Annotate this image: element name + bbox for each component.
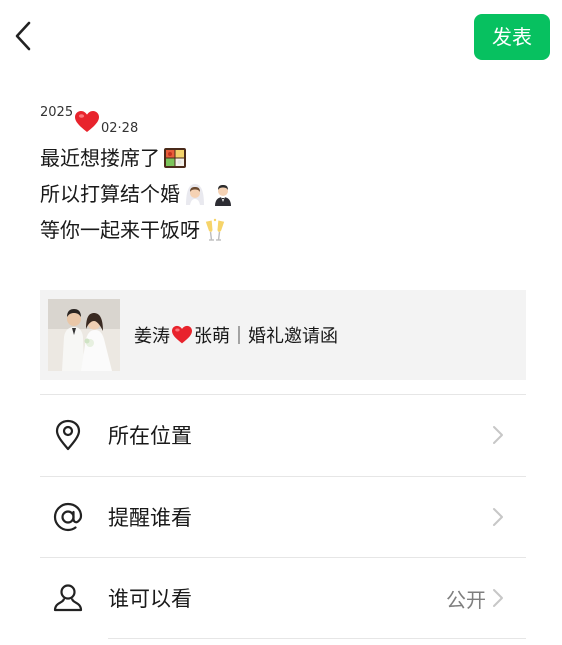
card-title-part2: 张萌｜婚礼邀请函 <box>194 326 338 347</box>
location-pin-icon <box>52 419 84 451</box>
card-title-part1: 姜涛 <box>134 326 170 347</box>
post-line-text: 所以打算结个婚 <box>40 182 180 206</box>
groom-icon <box>210 181 236 207</box>
post-line-text: 最近想搂席了 <box>40 146 160 170</box>
chevron-right-icon <box>492 588 508 608</box>
visibility-value: 公开 <box>446 587 486 612</box>
bento-box-icon <box>162 145 188 171</box>
location-row[interactable]: 所在位置 <box>40 395 526 475</box>
visibility-label: 谁可以看 <box>108 587 192 611</box>
visibility-row[interactable]: 谁可以看 公开 <box>40 558 526 638</box>
remind-row[interactable]: 提醒谁看 <box>40 477 526 557</box>
divider <box>108 638 526 639</box>
location-label: 所在位置 <box>108 424 192 448</box>
post-text-area[interactable]: 2025 02·28 最近想搂席了 所以打算结个婚 等你一起来干饭呀 <box>40 104 520 248</box>
remind-label: 提醒谁看 <box>108 506 192 530</box>
post-line-text: 等你一起来干饭呀 <box>40 218 200 242</box>
post-line: 所以打算结个婚 <box>40 176 520 212</box>
link-card[interactable]: 姜涛 张萌｜婚礼邀请函 <box>40 290 526 380</box>
chevron-right-icon <box>492 425 508 445</box>
post-line: 等你一起来干饭呀 <box>40 212 520 248</box>
at-sign-icon <box>52 501 84 533</box>
post-date: 2025 02·28 <box>40 104 520 140</box>
person-icon <box>52 582 84 614</box>
wedding-photo-thumbnail <box>48 299 120 371</box>
bride-icon <box>182 181 208 207</box>
chevron-right-icon <box>492 507 508 527</box>
back-button[interactable] <box>8 18 38 58</box>
post-line: 最近想搂席了 <box>40 140 520 176</box>
chevron-left-icon <box>14 21 32 55</box>
link-card-title: 姜涛 张萌｜婚礼邀请函 <box>134 322 338 348</box>
date-year: 2025 <box>40 105 74 120</box>
red-heart-icon <box>74 110 100 134</box>
red-heart-icon <box>171 325 193 345</box>
date-month-day: 02·28 <box>101 121 139 136</box>
clinking-glasses-icon <box>202 217 228 243</box>
publish-button[interactable]: 发表 <box>474 14 550 60</box>
